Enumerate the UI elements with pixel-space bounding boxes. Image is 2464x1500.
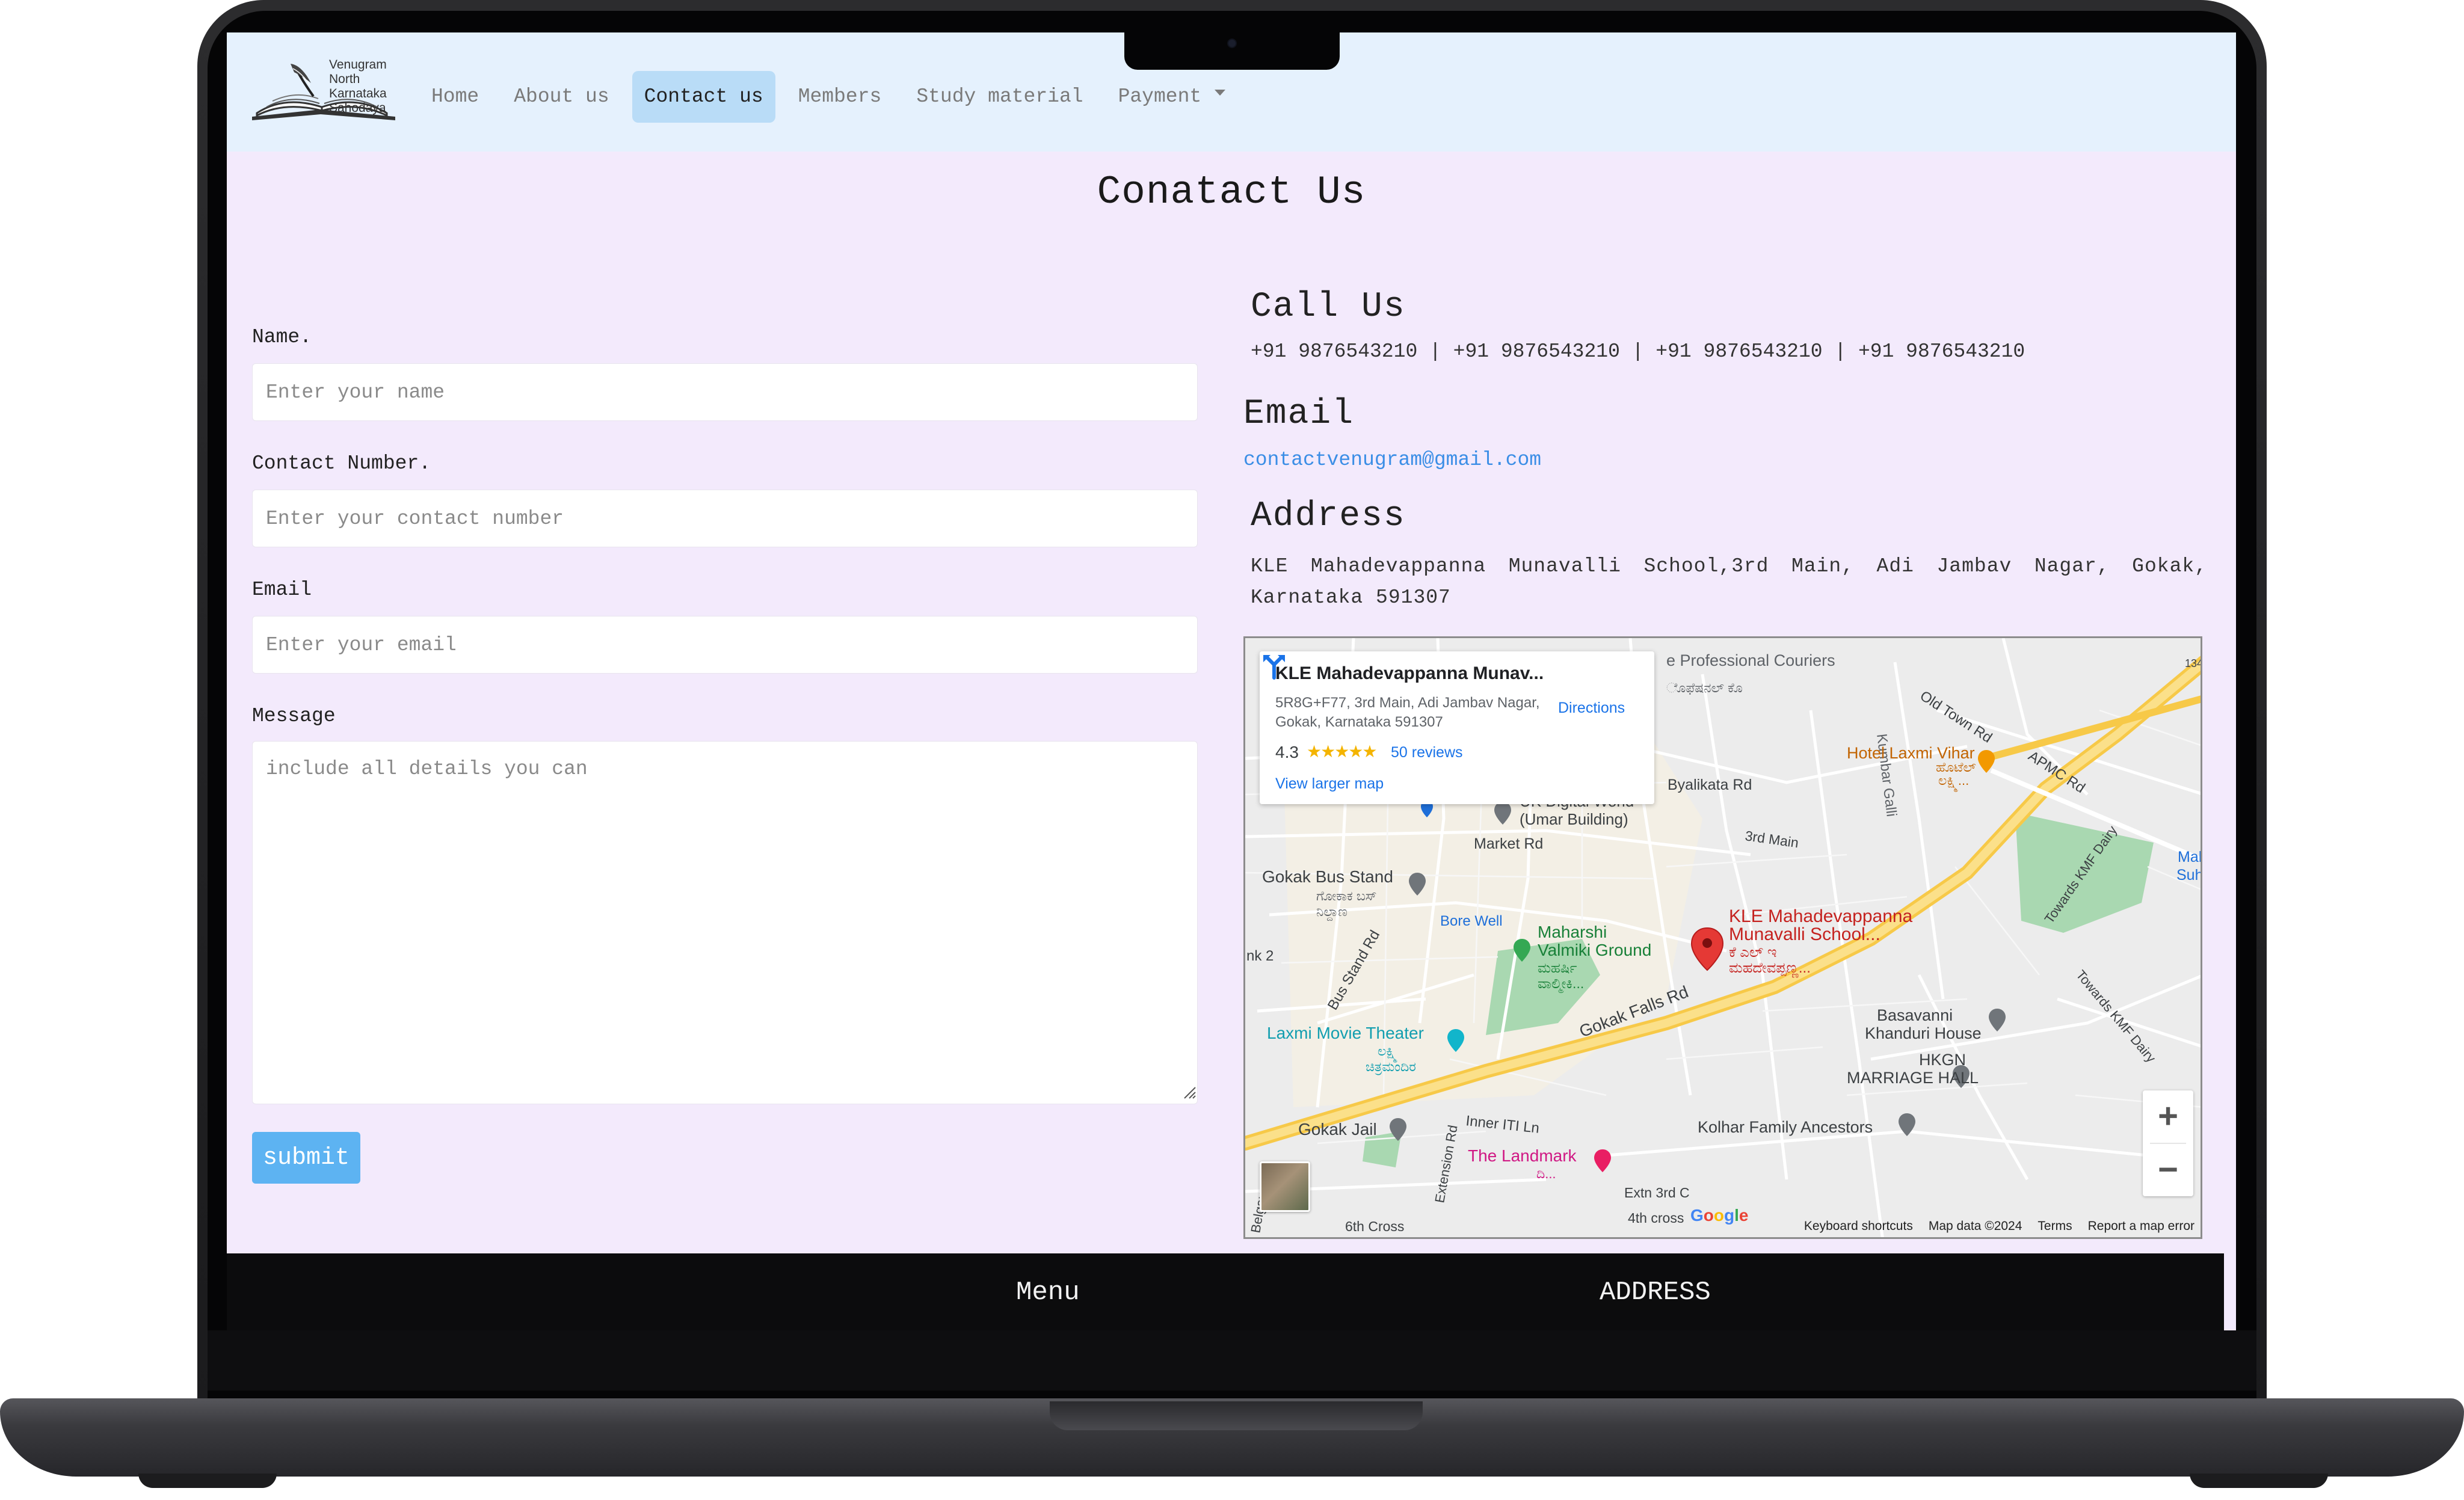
map-label-bus-stand: Gokak Bus Stand	[1262, 867, 1393, 886]
camera-notch	[1124, 30, 1340, 70]
keyboard-shortcuts-link[interactable]: Keyboard shortcuts	[1804, 1219, 1913, 1234]
map-label-kle-kn-1: ಕೆ ಎಲ್ ಇ	[1729, 944, 1776, 961]
submit-button[interactable]: submit	[252, 1132, 360, 1184]
brand-name[interactable]: Venugram North Karnataka Sahodaya	[329, 58, 419, 115]
map-label-4th-cross: 4th cross	[1628, 1210, 1684, 1226]
message-label: Message	[252, 705, 336, 727]
page-title: Conatact Us	[1097, 170, 1366, 215]
browser-viewport: Venugram North Karnataka Sahodaya Home A…	[227, 32, 2236, 1332]
email-link[interactable]: contactvenugram@gmail.com	[1243, 449, 1541, 471]
place-address: 5R8G+F77, 3rd Main, Adi Jambav Nagar, Go…	[1275, 695, 1540, 730]
email-input[interactable]	[252, 616, 1198, 674]
nav-home[interactable]: Home	[419, 71, 491, 123]
map-label-gokak-jail: Gokak Jail	[1298, 1120, 1377, 1139]
name-label: Name.	[252, 326, 312, 348]
contact-number-input[interactable]	[252, 490, 1198, 547]
satellite-toggle-button[interactable]	[1260, 1161, 1310, 1212]
nav-payment-label: Payment	[1118, 85, 1202, 108]
map-label-landmark: The Landmark	[1468, 1146, 1577, 1165]
map-label-basavanni-1: Basavanni	[1877, 1006, 1953, 1024]
place-info-card: KLE Mahadevappanna Munav... 5R8G+F77, 3r…	[1260, 651, 1654, 804]
nav-payment-dropdown[interactable]: Payment	[1106, 71, 1238, 123]
map-label-couriers: e Professional Couriers	[1666, 651, 1835, 669]
map-label-hkgn-1: HKGN	[1919, 1051, 1966, 1069]
map-label-6th-cross: 6th Cross	[1345, 1219, 1404, 1234]
footer-address-heading: ADDRESS	[1600, 1277, 1711, 1308]
map-label-route-134: 134	[2185, 657, 2202, 669]
map-label-maharshi-2: Valmiki Ground	[1538, 941, 1651, 959]
map-label-couriers-kn: ೊಫೆಷನಲ್ ಕೊ	[1666, 680, 1743, 695]
name-input[interactable]	[252, 363, 1198, 421]
webcam-icon	[1227, 38, 1237, 48]
map-label-kle-kn-2: ಮಹದೇವಪ್ಪಣ್ಣ...	[1729, 960, 1811, 977]
resize-grip-icon[interactable]	[1181, 1084, 1197, 1099]
map-label-bus-stand-kn: ಗೋಕಾಕ ಬಸ್	[1316, 888, 1377, 903]
map-label-byalikata: Byalikata Rd	[1668, 776, 1752, 793]
map-zoom-controls: + −	[2143, 1090, 2193, 1196]
zoom-out-button[interactable]: −	[2143, 1144, 2193, 1196]
zoom-in-button[interactable]: +	[2143, 1090, 2193, 1142]
map-label-kle-2: Munavalli School...	[1729, 924, 1880, 944]
map-label-extn-3rd: Extn 3rd C	[1624, 1185, 1690, 1200]
map-label-basavanni-2: Khanduri House	[1865, 1024, 1982, 1042]
nav-about-us[interactable]: About us	[502, 71, 621, 123]
brand-line: North	[329, 72, 360, 86]
map-label-market-rd: Market Rd	[1474, 835, 1543, 852]
map-footer: Keyboard shortcuts Map data ©2024 Terms …	[1788, 1219, 2194, 1234]
laptop-foot-right	[2190, 1474, 2328, 1488]
map-label-laxmi-movie-kn-2: ಚಿತ್ರಮಂದಿರ	[1366, 1059, 1416, 1075]
map-label-nk2: nk 2	[1246, 948, 1274, 964]
google-logo: Google	[1690, 1206, 1748, 1225]
laptop-chin	[208, 1330, 2256, 1391]
phone-numbers: +91 9876543210 | +91 9876543210 | +91 98…	[1251, 340, 2025, 363]
nav-study-material[interactable]: Study material	[904, 71, 1095, 123]
map-label-laxmi-movie: Laxmi Movie Theater	[1267, 1024, 1424, 1042]
google-wordmark: Google	[1690, 1206, 1749, 1225]
reviews-link[interactable]: 50 reviews	[1391, 744, 1463, 761]
map-label-bore-well: Bore Well	[1440, 913, 1503, 929]
map-label-umar-building: (Umar Building)	[1520, 810, 1628, 828]
call-us-heading: Call Us	[1251, 287, 1406, 327]
report-map-error-link[interactable]: Report a map error	[2088, 1219, 2194, 1234]
map-label-maharshi-1: Maharshi	[1538, 923, 1607, 941]
nav-members[interactable]: Members	[786, 71, 894, 123]
map-label-mah: Mah	[2178, 849, 2202, 865]
map-label-kolhar: Kolhar Family Ancestors	[1698, 1118, 1873, 1136]
map-label-maharshi-kn-2: ವಾಲ್ಮೀಕಿ...	[1538, 976, 1584, 993]
laptop-hinge-notch	[1050, 1401, 1423, 1430]
email-label: Email	[252, 579, 312, 601]
place-rating: 4.3	[1275, 743, 1299, 761]
brand-line: Sahodaya	[329, 101, 386, 115]
address-heading: Address	[1251, 497, 1406, 536]
terms-link[interactable]: Terms	[2037, 1219, 2072, 1234]
brand-line: Karnataka	[329, 87, 387, 100]
message-textarea[interactable]	[252, 741, 1198, 1104]
brand-line: Venugram	[329, 58, 387, 72]
embedded-map[interactable]: e Professional Couriers ೊಫೆಷನಲ್ ಕೊ Kumba…	[1243, 636, 2202, 1239]
address-text: KLE Mahadevappanna Munavalli School,3rd …	[1251, 555, 2207, 609]
map-label-landmark-kn: ದಿ...	[1536, 1166, 1556, 1181]
rating-stars-icon: ★★★★★	[1307, 742, 1378, 761]
map-label-suha: Suha	[2176, 867, 2202, 884]
caret-down-icon	[1215, 90, 1226, 96]
map-label-maharshi-kn-1: ಮಹರ್ಷಿ	[1538, 960, 1577, 976]
email-heading: Email	[1243, 395, 1355, 434]
laptop-foot-left	[138, 1474, 277, 1488]
site-footer: Menu ADDRESS	[227, 1253, 2224, 1332]
map-label-hkgn-2: MARRIAGE HALL	[1847, 1069, 1979, 1087]
nav-contact-us[interactable]: Contact us	[632, 71, 775, 123]
place-title: KLE Mahadevappanna Munav...	[1275, 663, 1544, 683]
main-nav: Home About us Contact us Members Study m…	[419, 71, 1248, 123]
map-label-bus-stand-kn2: ನಿಲ್ದಾಣ	[1316, 904, 1348, 921]
map-label-kle-1: KLE Mahadevappanna	[1729, 906, 1913, 926]
view-larger-map-link[interactable]: View larger map	[1275, 775, 1384, 793]
directions-icon[interactable]	[1260, 651, 1289, 680]
directions-link[interactable]: Directions	[1558, 699, 1625, 717]
contact-number-label: Contact Number.	[252, 452, 431, 475]
map-data-attribution: Map data ©2024	[1928, 1219, 2022, 1233]
footer-menu-heading: Menu	[1016, 1277, 1080, 1308]
